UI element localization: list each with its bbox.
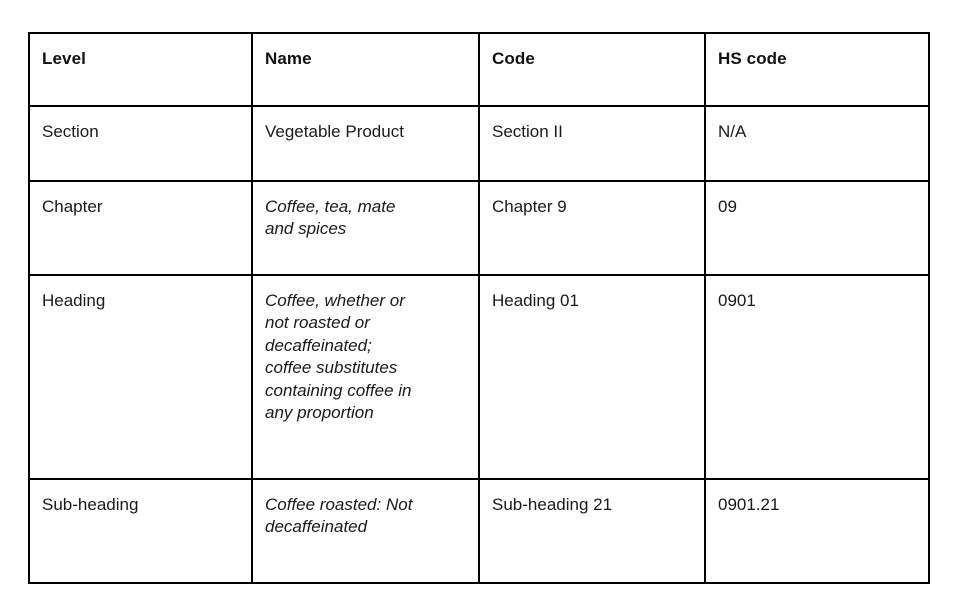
cell-hs-code: 09 — [704, 180, 930, 276]
hs-classification-table: Level Name Code HS code Section Vegetabl… — [28, 32, 930, 584]
cell-code: Chapter 9 — [478, 180, 706, 276]
cell-code: Heading 01 — [478, 274, 706, 480]
column-header-hs-code: HS code — [704, 32, 930, 107]
cell-name-text: Coffee roasted: Not decaffeinated — [265, 495, 413, 537]
cell-hs-code-text: N/A — [718, 122, 747, 141]
cell-name-text: Coffee, tea, mate and spices — [265, 197, 396, 239]
cell-level: Chapter — [28, 180, 253, 276]
column-header-name: Name — [251, 32, 480, 107]
column-header-code: Code — [478, 32, 706, 107]
table-row: Section Vegetable Product Section II N/A — [28, 105, 930, 182]
page-root: Level Name Code HS code Section Vegetabl… — [0, 0, 953, 598]
cell-code-text: Section II — [492, 122, 563, 141]
cell-name: Coffee, whether or not roasted or decaff… — [251, 274, 480, 480]
cell-name-text: Coffee, whether or not roasted or decaff… — [265, 291, 412, 423]
cell-code-text: Heading 01 — [492, 291, 579, 310]
cell-level: Sub-heading — [28, 478, 253, 584]
cell-hs-code-text: 09 — [718, 197, 737, 216]
cell-level: Heading — [28, 274, 253, 480]
cell-hs-code: 0901 — [704, 274, 930, 480]
cell-level-text: Chapter — [42, 197, 103, 216]
cell-hs-code: N/A — [704, 105, 930, 182]
cell-code-text: Chapter 9 — [492, 197, 567, 216]
table-row: Chapter Coffee, tea, mate and spices Cha… — [28, 180, 930, 276]
cell-name: Coffee roasted: Not decaffeinated — [251, 478, 480, 584]
cell-code: Section II — [478, 105, 706, 182]
table-header: Level Name Code HS code — [28, 32, 930, 107]
cell-hs-code-text: 0901 — [718, 291, 756, 310]
table-body: Section Vegetable Product Section II N/A… — [28, 105, 930, 584]
cell-hs-code-text: 0901.21 — [718, 495, 780, 514]
cell-hs-code: 0901.21 — [704, 478, 930, 584]
cell-code-text: Sub-heading 21 — [492, 495, 613, 514]
table-header-row: Level Name Code HS code — [28, 32, 930, 107]
cell-level-text: Sub-heading — [42, 495, 139, 514]
table-row: Sub-heading Coffee roasted: Not decaffei… — [28, 478, 930, 584]
cell-level: Section — [28, 105, 253, 182]
cell-name: Coffee, tea, mate and spices — [251, 180, 480, 276]
cell-level-text: Section — [42, 122, 99, 141]
cell-code: Sub-heading 21 — [478, 478, 706, 584]
cell-name-text: Vegetable Product — [265, 122, 404, 141]
cell-name: Vegetable Product — [251, 105, 480, 182]
column-header-level: Level — [28, 32, 253, 107]
table-row: Heading Coffee, whether or not roasted o… — [28, 274, 930, 480]
cell-level-text: Heading — [42, 291, 106, 310]
